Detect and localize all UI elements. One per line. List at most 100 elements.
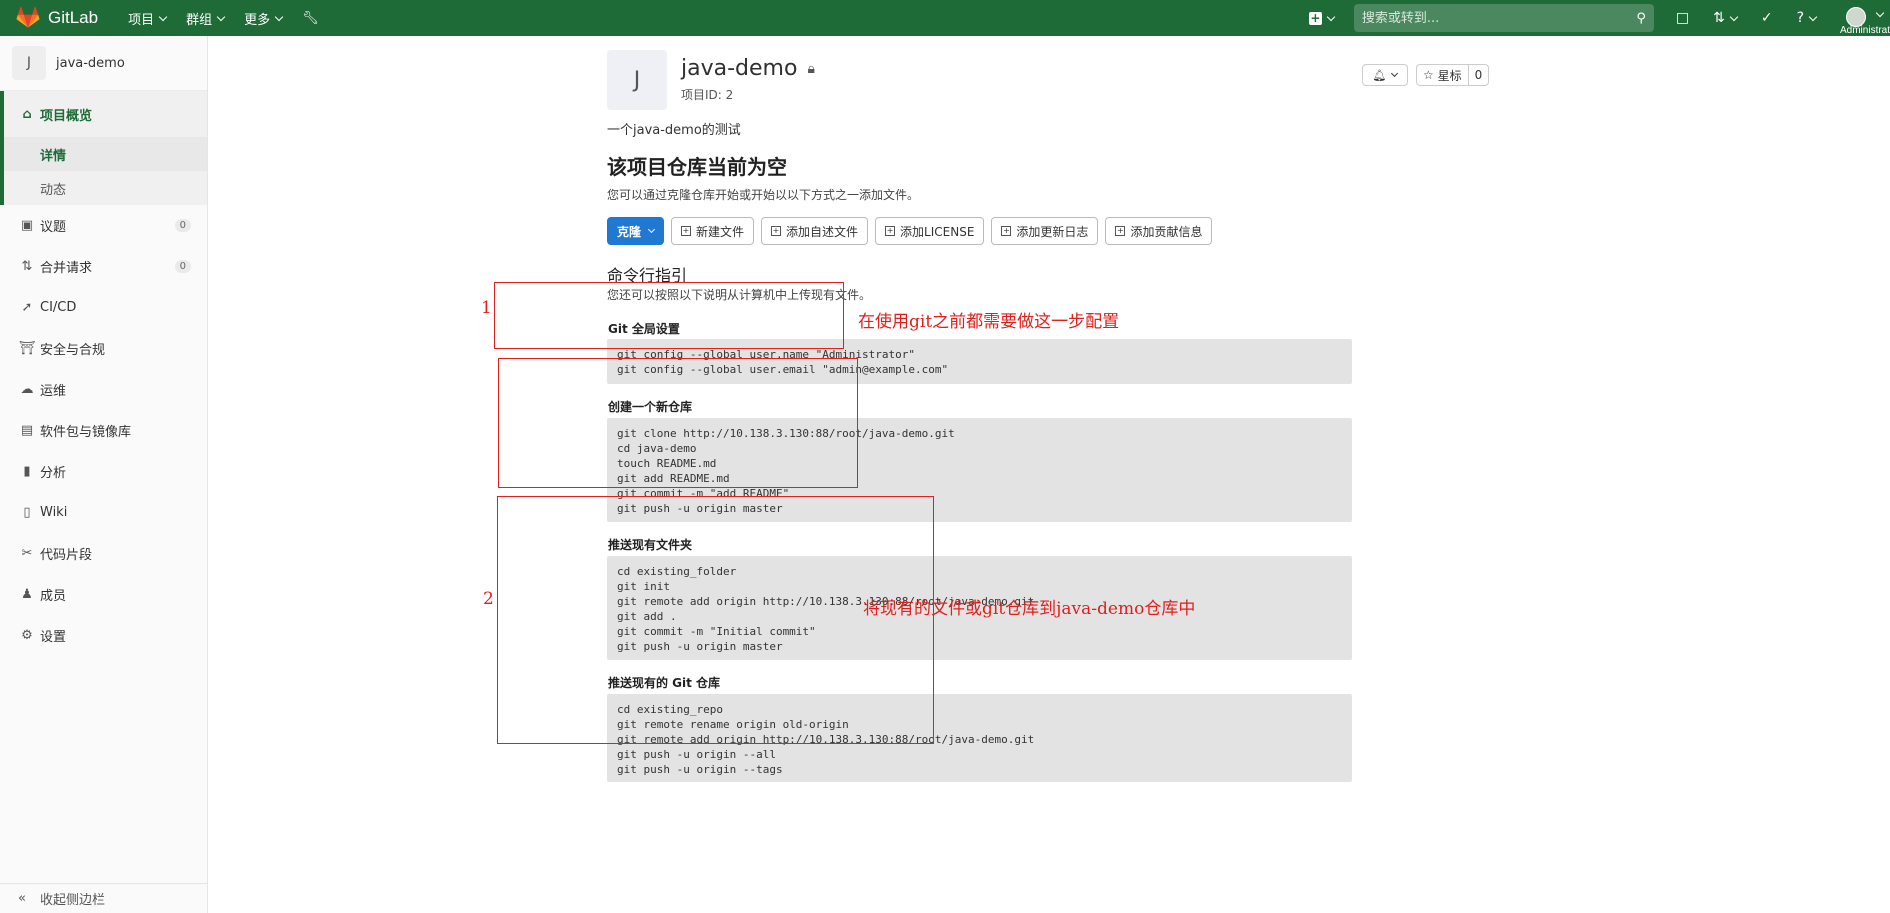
sidebar: J java-demo ⌂ 项目概览 详情 动态 ▣ 议题 0 ⇅ 合并请求 0… [0, 36, 208, 913]
annotation-box-2 [498, 358, 858, 488]
sidebar-item-wiki[interactable]: ▯ Wiki [0, 492, 207, 533]
plus-square-icon: + [1115, 226, 1126, 236]
new-file-button[interactable]: + 新建文件 [671, 217, 755, 245]
sidebar-item-label: CI/CD [40, 300, 77, 315]
admin-wrench-icon[interactable]: 🔧︎ [302, 11, 319, 26]
rocket-icon: ➚ [21, 300, 33, 315]
plus-square-icon: + [885, 226, 896, 236]
search-box[interactable]: ⚲ [1353, 4, 1654, 32]
issues-icon[interactable]: □ [1676, 10, 1689, 26]
new-dropdown-button[interactable]: + [1308, 11, 1336, 25]
todos-icon[interactable]: ✓ [1761, 10, 1773, 26]
notification-dropdown[interactable]: 🔔︎ [1362, 64, 1408, 86]
add-changelog-button[interactable]: + 添加更新日志 [991, 217, 1099, 245]
star-label: 星标 [1437, 68, 1462, 83]
empty-repo-title: 该项目仓库当前为空 [607, 155, 787, 179]
sidebar-item-packages[interactable]: ▤ 软件包与镜像库 [0, 410, 207, 451]
add-license-button[interactable]: + 添加LICENSE [875, 217, 985, 245]
sidebar-item-label: 议题 [40, 220, 67, 235]
collapse-sidebar-button[interactable]: « 收起侧边栏 [0, 883, 207, 913]
add-changelog-label: 添加更新日志 [1016, 224, 1089, 239]
sidebar-item-overview[interactable]: ⌂ 项目概览 [0, 91, 207, 137]
top-navbar: GitLab 项目 群组 更多 🔧︎ + ⚲ □ ⇅ ✓ ? Administr… [0, 0, 1890, 36]
avatar [1846, 7, 1866, 27]
chevron-down-icon [1808, 12, 1818, 21]
add-contributing-label: 添加贡献信息 [1130, 224, 1203, 239]
sidebar-item-snippets[interactable]: ✂ 代码片段 [0, 533, 207, 574]
users-icon: ♟ [21, 587, 33, 602]
sidebar-item-operations[interactable]: ☁ 运维 [0, 369, 207, 410]
main-content: J java-demo 🔒︎ 项目ID: 2 🔔︎ ☆ 星标 0 一个java-… [208, 36, 1890, 913]
gear-icon: ⚙ [21, 628, 33, 643]
search-input[interactable] [1361, 10, 1637, 26]
sidebar-item-label: 代码片段 [40, 548, 93, 563]
plus-square-icon: + [681, 226, 692, 236]
project-avatar-large: J [607, 50, 667, 110]
star-count[interactable]: 0 [1467, 65, 1489, 85]
menu-more[interactable]: 更多 [244, 9, 284, 28]
sidebar-item-label: 合并请求 [40, 261, 93, 276]
sidebar-subitem-details[interactable]: 详情 [4, 137, 207, 171]
lock-icon: 🔒︎ [807, 60, 815, 77]
menu-groups[interactable]: 群组 [186, 9, 226, 28]
double-chevron-left-icon: « [18, 891, 26, 906]
project-avatar: J [12, 46, 46, 80]
sidebar-item-label: 成员 [40, 589, 67, 604]
brand-name: GitLab [48, 8, 99, 27]
sidebar-subitem-activity[interactable]: 动态 [4, 171, 207, 205]
sidebar-submenu: 详情 动态 [0, 137, 207, 205]
sidebar-item-security[interactable]: ⛩ 安全与合规 [0, 328, 207, 369]
menu-more-label: 更多 [244, 12, 271, 28]
sidebar-project-name: java-demo [56, 55, 125, 71]
chevron-down-icon [158, 12, 168, 21]
add-contributing-button[interactable]: + 添加贡献信息 [1105, 217, 1213, 245]
package-icon: ▤ [20, 423, 34, 438]
user-label: Administrator [1840, 25, 1890, 36]
project-id: 项目ID: 2 [681, 88, 734, 102]
menu-groups-label: 群组 [186, 12, 213, 28]
sidebar-item-label: 分析 [40, 466, 67, 481]
action-buttons: 克隆 + 新建文件 + 添加自述文件 + 添加LICENSE + 添加更新日志 + 添加贡… [607, 217, 1219, 245]
count-badge: 0 [174, 219, 191, 232]
sidebar-item-settings[interactable]: ⚙ 设置 [0, 615, 207, 656]
annotation-number-2: 2 [483, 589, 494, 609]
add-readme-label: 添加自述文件 [786, 224, 859, 239]
sidebar-item-label: 设置 [40, 630, 67, 645]
help-icon[interactable]: ? [1797, 10, 1818, 26]
book-icon: ▯ [23, 505, 31, 520]
sidebar-item-members[interactable]: ♟ 成员 [0, 574, 207, 615]
sidebar-item-label: 运维 [40, 384, 67, 399]
user-menu[interactable]: Administrator [1840, 0, 1890, 36]
issues-icon: ▣ [20, 218, 34, 233]
shield-icon: ⛩ [18, 341, 36, 356]
chevron-down-icon [216, 12, 226, 21]
clone-button[interactable]: 克隆 [607, 217, 665, 245]
annotation-note-2: 将现有的文件或git仓库到java-demo仓库中 [863, 599, 1196, 619]
project-title: java-demo 🔒︎ [681, 56, 815, 81]
sidebar-item-analytics[interactable]: ▮ 分析 [0, 451, 207, 492]
chevron-down-icon [274, 12, 284, 21]
project-description: 一个java-demo的测试 [607, 123, 741, 138]
gitlab-logo-link[interactable]: GitLab [16, 6, 98, 30]
chart-icon: ▮ [23, 464, 31, 479]
sidebar-item-label: 安全与合规 [40, 343, 106, 358]
sidebar-project-header[interactable]: J java-demo [0, 36, 207, 91]
new-file-label: 新建文件 [696, 224, 745, 239]
add-readme-button[interactable]: + 添加自述文件 [761, 217, 869, 245]
sidebar-item-cicd[interactable]: ➚ CI/CD [0, 287, 207, 328]
menu-projects-label: 项目 [128, 12, 155, 28]
collapse-sidebar-label: 收起侧边栏 [40, 893, 106, 908]
chevron-down-icon [1729, 12, 1739, 21]
menu-projects[interactable]: 项目 [128, 9, 168, 28]
sidebar-item-issues[interactable]: ▣ 议题 0 [0, 205, 207, 246]
bell-icon: 🔔︎ [1372, 68, 1387, 82]
chevron-down-icon [1875, 8, 1885, 18]
sidebar-item-merge-requests[interactable]: ⇅ 合并请求 0 [0, 246, 207, 287]
home-icon: ⌂ [22, 106, 32, 122]
star-button[interactable]: ☆ 星标 0 [1416, 64, 1490, 86]
sidebar-item-label: 项目概览 [40, 108, 93, 124]
clone-label: 克隆 [617, 224, 642, 239]
chevron-down-icon [1326, 12, 1336, 21]
merge-requests-icon[interactable]: ⇅ [1713, 10, 1739, 26]
sidebar-item-label: 软件包与镜像库 [40, 425, 132, 440]
